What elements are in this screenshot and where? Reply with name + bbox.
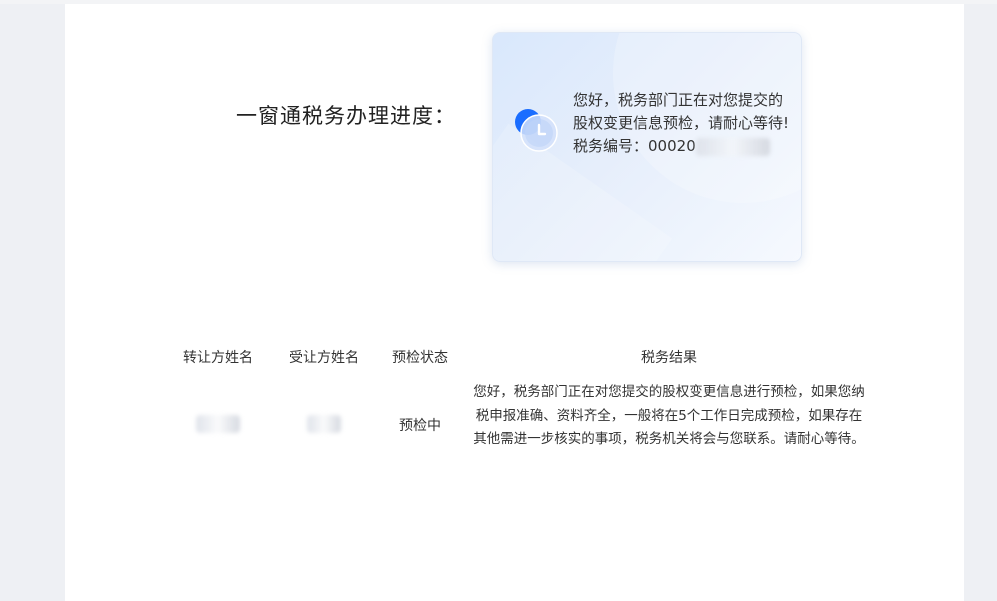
header-status: 预检状态 [392, 350, 448, 366]
status-card: 您好，税务部门正在对您提交的股权变更信息预检，请耐心等待! 税务编号：00020 [492, 32, 802, 262]
tax-number-label: 税务编号： [573, 137, 649, 155]
transferor-redaction [196, 415, 240, 433]
transferee-redaction [307, 415, 341, 433]
transferor-name [175, 415, 261, 433]
table-row: 预检中 您好，税务部门正在对您提交的股权变更信息进行预检，如果您纳税申报准确、资… [175, 381, 875, 471]
clock-icon [515, 109, 558, 152]
precheck-status: 预检中 [399, 418, 441, 434]
tax-number-value: 00020 [648, 137, 696, 155]
transferee-name [281, 415, 367, 433]
header-result: 税务结果 [641, 350, 697, 366]
header-transferor: 转让方姓名 [183, 350, 253, 366]
table-header: 转让方姓名 受让方姓名 预检状态 税务结果 [175, 347, 875, 369]
progress-title: 一窗通税务办理进度： [236, 104, 456, 128]
tax-result: 您好，税务部门正在对您提交的股权变更信息进行预检，如果您纳税申报准确、资料齐全，… [473, 384, 865, 447]
card-message-block: 您好，税务部门正在对您提交的股权变更信息预检，请耐心等待! 税务编号：00020 [573, 89, 789, 158]
header-transferee: 受让方姓名 [289, 350, 359, 366]
main-panel: 一窗通税务办理进度： 您好，税务部门正在对您提交的股权变更信息预检，请耐心等待!… [65, 4, 964, 601]
card-message: 您好，税务部门正在对您提交的股权变更信息预检，请耐心等待! [573, 91, 790, 132]
tax-number-redaction [695, 137, 770, 156]
tax-number: 税务编号：00020 [573, 135, 789, 158]
